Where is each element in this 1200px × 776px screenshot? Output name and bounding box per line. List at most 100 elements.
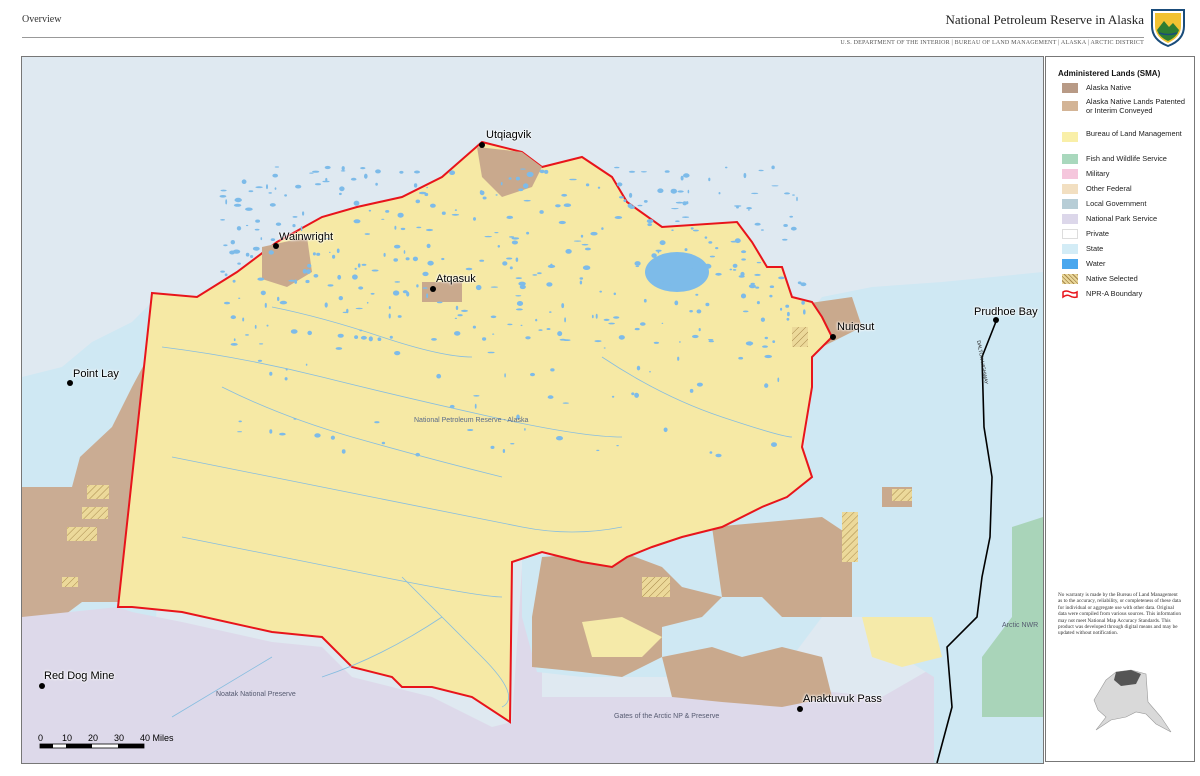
lake bbox=[661, 322, 664, 324]
lake bbox=[441, 211, 446, 215]
lake bbox=[751, 192, 759, 195]
lake bbox=[647, 223, 652, 227]
lake bbox=[375, 182, 378, 186]
lake bbox=[789, 215, 793, 218]
lake bbox=[515, 295, 522, 297]
lake bbox=[416, 226, 422, 229]
lake bbox=[238, 420, 242, 423]
town-label-nuiqsut[interactable]: Nuiqsut bbox=[837, 321, 874, 333]
lake bbox=[784, 192, 790, 195]
lake bbox=[238, 297, 241, 299]
lake bbox=[584, 247, 591, 251]
lake bbox=[230, 343, 238, 346]
lake bbox=[729, 268, 733, 271]
lake bbox=[754, 222, 761, 226]
lake bbox=[394, 351, 401, 356]
lake bbox=[708, 241, 713, 244]
lake bbox=[643, 298, 647, 303]
lake bbox=[684, 248, 688, 252]
legend-label: Local Government bbox=[1086, 199, 1147, 208]
lake bbox=[741, 258, 746, 261]
lake bbox=[422, 287, 428, 289]
lake bbox=[414, 170, 420, 174]
lake bbox=[637, 204, 643, 207]
lake bbox=[520, 324, 523, 327]
lake bbox=[220, 270, 225, 273]
map-frame[interactable]: Utqiagvik Wainwright Atqasuk Nuiqsut Pru… bbox=[21, 56, 1044, 764]
lake bbox=[796, 196, 798, 202]
scale-bar bbox=[39, 743, 145, 749]
lake bbox=[715, 247, 719, 250]
lake bbox=[597, 186, 601, 189]
town-label-anaktuvuk-pass[interactable]: Anaktuvuk Pass bbox=[803, 693, 882, 705]
town-label-prudhoe-bay[interactable]: Prudhoe Bay bbox=[974, 306, 1038, 318]
lake bbox=[613, 316, 620, 319]
lake bbox=[416, 284, 419, 288]
lake bbox=[619, 196, 624, 199]
lake bbox=[260, 290, 266, 296]
lake bbox=[361, 263, 367, 266]
lake bbox=[682, 216, 690, 218]
scale-tick-40-miles: 40 Miles bbox=[140, 733, 174, 743]
lake bbox=[523, 183, 529, 189]
lake bbox=[229, 250, 236, 255]
lake bbox=[233, 203, 242, 207]
lake bbox=[718, 192, 721, 195]
legend-swatch bbox=[1062, 274, 1078, 284]
lake bbox=[530, 372, 535, 377]
lake bbox=[484, 235, 493, 238]
lake bbox=[801, 300, 805, 305]
lake bbox=[683, 173, 690, 178]
lake bbox=[397, 212, 404, 218]
page-title: National Petroleum Reserve in Alaska bbox=[945, 12, 1144, 27]
legend-label: National Park Service bbox=[1086, 214, 1158, 223]
lake bbox=[230, 240, 235, 245]
lake bbox=[360, 167, 366, 170]
lake bbox=[603, 318, 610, 321]
lake bbox=[526, 171, 534, 177]
lake bbox=[375, 169, 381, 174]
lake bbox=[803, 309, 806, 315]
lake bbox=[403, 250, 406, 254]
lake bbox=[591, 314, 594, 319]
lake bbox=[370, 292, 375, 295]
lake bbox=[457, 314, 463, 317]
lake bbox=[270, 238, 276, 242]
lake bbox=[473, 217, 476, 221]
lake bbox=[431, 338, 437, 341]
town-label-point-lay[interactable]: Point Lay bbox=[73, 368, 119, 380]
lake bbox=[769, 294, 773, 298]
town-label-wainwright[interactable]: Wainwright bbox=[279, 231, 333, 243]
lake bbox=[353, 200, 360, 206]
lake bbox=[426, 243, 431, 249]
lake bbox=[742, 310, 749, 313]
town-label-atqasuk[interactable]: Atqasuk bbox=[436, 273, 476, 285]
legend-label: Native Selected bbox=[1086, 274, 1138, 283]
lake bbox=[687, 189, 690, 194]
lake bbox=[502, 261, 508, 266]
lake bbox=[709, 451, 713, 454]
lake bbox=[399, 170, 404, 174]
town-label-red-dog-mine[interactable]: Red Dog Mine bbox=[44, 670, 114, 682]
lake bbox=[307, 263, 312, 268]
overview-label: Overview bbox=[22, 14, 62, 25]
lake bbox=[405, 257, 410, 261]
lake bbox=[339, 186, 345, 192]
lake bbox=[449, 170, 456, 175]
lake bbox=[269, 429, 273, 434]
map-canvas[interactable] bbox=[22, 57, 1043, 763]
lake bbox=[649, 370, 651, 373]
lake bbox=[482, 337, 487, 341]
lake bbox=[778, 276, 785, 280]
lake bbox=[307, 330, 313, 336]
lake bbox=[760, 317, 766, 322]
town-label-utqiagvik[interactable]: Utqiagvik bbox=[486, 129, 531, 141]
lake bbox=[787, 311, 790, 317]
lake bbox=[377, 337, 382, 342]
lake bbox=[671, 208, 679, 210]
lake bbox=[628, 170, 636, 173]
lake bbox=[599, 290, 602, 293]
lake bbox=[467, 429, 474, 431]
lake bbox=[385, 210, 390, 213]
lake bbox=[312, 252, 316, 256]
